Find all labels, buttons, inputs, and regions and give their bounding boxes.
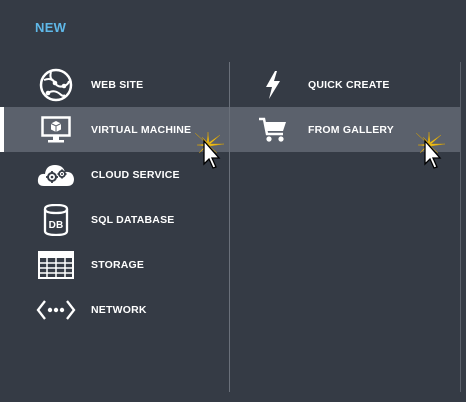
monitor-icon (33, 115, 79, 144)
menu-item-storage[interactable]: STORAGE (0, 242, 229, 287)
menu-item-label: WEB SITE (91, 78, 144, 91)
database-icon: DB (33, 203, 79, 236)
cloud-gears-icon (33, 160, 79, 190)
menu-item-label: STORAGE (91, 258, 145, 271)
menu-item-sql-database[interactable]: DB SQL DATABASE (0, 197, 229, 242)
panel-edge-divider (460, 62, 461, 392)
menu-item-label: VIRTUAL MACHINE (91, 123, 192, 136)
mouse-pointer-icon (194, 131, 225, 169)
menu-item-network[interactable]: NETWORK (0, 287, 229, 332)
selection-indicator (0, 107, 4, 152)
menu-item-label: QUICK CREATE (308, 78, 390, 91)
menu-item-quick-create[interactable]: QUICK CREATE (230, 62, 460, 107)
menu-item-web-site[interactable]: WEB SITE (0, 62, 229, 107)
cart-icon (250, 116, 296, 144)
menu-item-label: SQL DATABASE (91, 213, 175, 226)
menu-item-label: FROM GALLERY (308, 123, 395, 136)
menu-item-label: NETWORK (91, 303, 147, 316)
svg-text:DB: DB (49, 220, 64, 231)
table-grid-icon (33, 250, 79, 279)
menu-item-label: CLOUD SERVICE (91, 168, 180, 181)
globe-icon (33, 67, 79, 103)
network-icon (33, 299, 79, 321)
mouse-pointer-icon (415, 131, 446, 169)
lightning-icon (250, 70, 296, 100)
page-title: NEW (35, 20, 67, 35)
